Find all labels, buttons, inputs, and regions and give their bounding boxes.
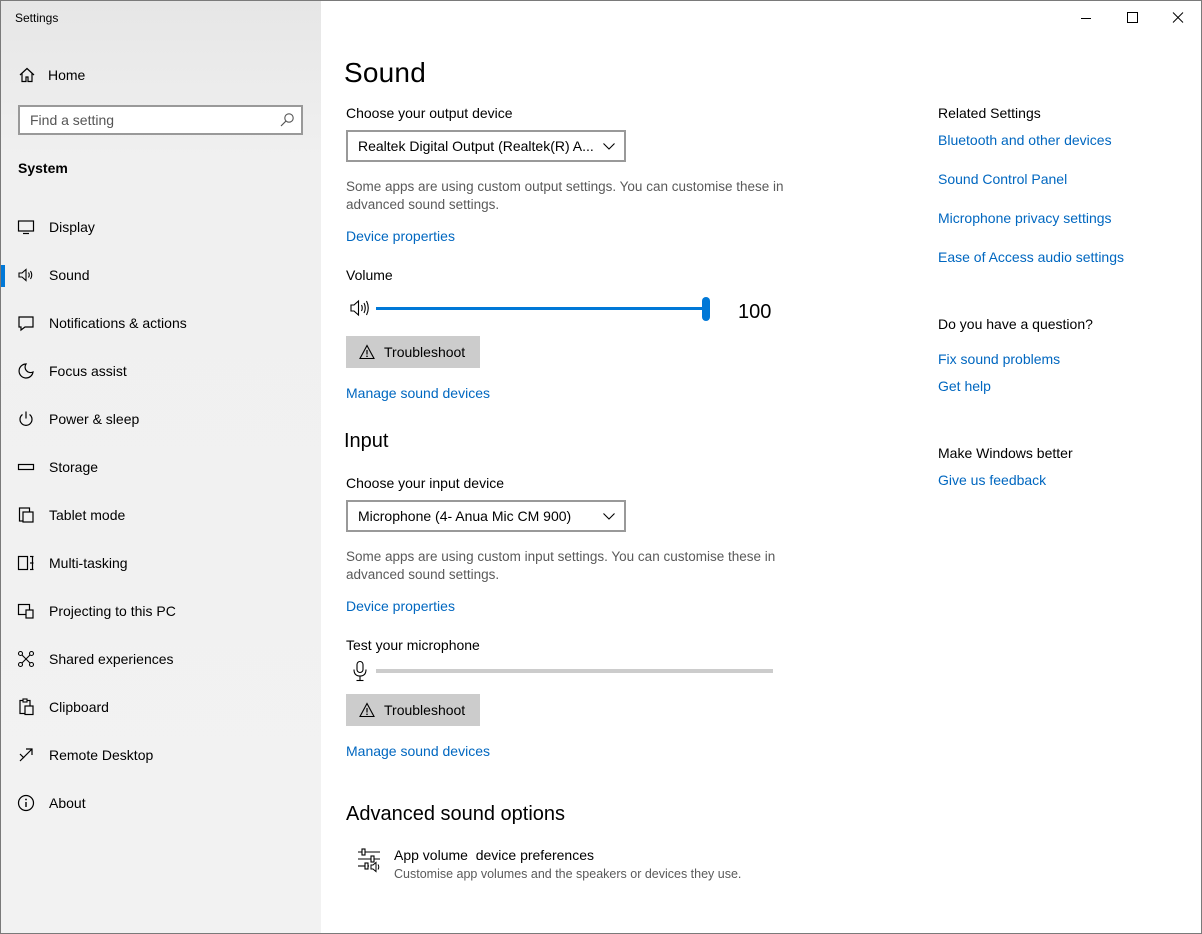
clipboard-icon xyxy=(19,698,34,716)
tablet-icon xyxy=(18,507,34,523)
sidebar-item-tablet-mode[interactable]: Tablet mode xyxy=(1,495,321,535)
app-volume-sliders-icon xyxy=(358,848,380,873)
volume-slider-thumb[interactable] xyxy=(702,297,710,321)
notifications-icon xyxy=(18,316,34,332)
make-windows-better-title: Make Windows better xyxy=(938,445,1073,461)
sidebar-item-label: Focus assist xyxy=(49,363,127,379)
sidebar-item-label: Power & sleep xyxy=(49,411,140,427)
search-icon[interactable] xyxy=(279,112,295,128)
app-volume-item[interactable]: App volume device preferences Customise … xyxy=(356,844,816,888)
sidebar-item-label: Multi-tasking xyxy=(49,555,128,571)
sidebar-item-notifications[interactable]: Notifications & actions xyxy=(1,303,321,343)
sound-control-panel-link[interactable]: Sound Control Panel xyxy=(938,171,1067,187)
sidebar-item-label: Display xyxy=(49,219,95,235)
output-choose-label: Choose your output device xyxy=(346,105,513,121)
sidebar-item-label: Sound xyxy=(49,267,90,283)
volume-label: Volume xyxy=(346,267,393,283)
input-device-dropdown[interactable]: Microphone (4- Anua Mic CM 900) xyxy=(346,500,626,532)
sidebar-item-display[interactable]: Display xyxy=(1,207,321,247)
sidebar-item-storage[interactable]: Storage xyxy=(1,447,321,487)
test-microphone-label: Test your microphone xyxy=(346,637,480,653)
app-volume-title: App volume device preferences xyxy=(394,847,594,863)
fix-sound-problems-link[interactable]: Fix sound problems xyxy=(938,351,1060,367)
sidebar-item-label: Projecting to this PC xyxy=(49,603,176,619)
search-input[interactable] xyxy=(30,112,270,128)
sidebar-item-power-sleep[interactable]: Power & sleep xyxy=(1,399,321,439)
input-choose-label: Choose your input device xyxy=(346,475,504,491)
output-manage-devices-link[interactable]: Manage sound devices xyxy=(346,385,490,401)
sidebar-item-about[interactable]: About xyxy=(1,783,321,823)
question-title: Do you have a question? xyxy=(938,316,1093,332)
nav-home[interactable]: Home xyxy=(1,57,321,93)
volume-slider-fill xyxy=(376,307,706,310)
nav-home-label: Home xyxy=(48,67,86,83)
input-description: Some apps are using custom input setting… xyxy=(346,549,776,582)
volume-slider[interactable] xyxy=(376,297,710,321)
microphone-level-meter xyxy=(376,669,773,673)
output-device-properties-link[interactable]: Device properties xyxy=(346,228,455,244)
output-device-dropdown[interactable]: Realtek Digital Output (Realtek(R) A... xyxy=(346,130,626,162)
projecting-icon xyxy=(17,603,34,619)
home-icon xyxy=(19,67,35,83)
chevron-down-icon xyxy=(603,513,615,520)
section-label-system: System xyxy=(18,160,68,176)
speaker-icon xyxy=(18,268,33,282)
sidebar-item-label: Notifications & actions xyxy=(49,315,187,331)
sidebar-item-multitasking[interactable]: Multi-tasking xyxy=(1,543,321,583)
moon-icon xyxy=(18,363,34,379)
related-settings-panel: Related Settings Bluetooth and other dev… xyxy=(937,1,1197,933)
shared-icon xyxy=(17,650,35,668)
sidebar-item-label: Remote Desktop xyxy=(49,747,154,763)
output-device-value: Realtek Digital Output (Realtek(R) A... xyxy=(358,138,593,154)
sidebar-item-sound[interactable]: Sound xyxy=(1,255,321,295)
multitasking-icon xyxy=(17,555,34,571)
sidebar-item-label: Tablet mode xyxy=(49,507,126,523)
app-title: Settings xyxy=(15,11,59,25)
input-troubleshoot-label: Troubleshoot xyxy=(384,702,466,718)
output-description: Some apps are using custom output settin… xyxy=(346,179,784,212)
warning-icon xyxy=(359,702,375,718)
display-icon xyxy=(17,220,35,235)
volume-speaker-icon[interactable] xyxy=(349,298,373,318)
sidebar-item-label: Storage xyxy=(49,459,99,475)
sidebar-item-label: Clipboard xyxy=(49,699,109,715)
page-title: Sound xyxy=(344,57,426,88)
microphone-icon xyxy=(353,660,367,682)
output-troubleshoot-label: Troubleshoot xyxy=(384,344,466,360)
get-help-link[interactable]: Get help xyxy=(938,378,991,394)
sidebar-item-remote-desktop[interactable]: Remote Desktop xyxy=(1,735,321,775)
output-troubleshoot-button[interactable]: Troubleshoot xyxy=(346,336,480,368)
give-feedback-link[interactable]: Give us feedback xyxy=(938,472,1046,488)
app-volume-description: Customise app volumes and the speakers o… xyxy=(394,867,742,881)
main-content: Sound Choose your output device Realtek … xyxy=(321,1,921,933)
input-heading: Input xyxy=(344,430,389,452)
storage-icon xyxy=(17,463,35,471)
input-device-properties-link[interactable]: Device properties xyxy=(346,598,455,614)
sidebar-item-label: Shared experiences xyxy=(49,651,174,667)
volume-value: 100 xyxy=(738,301,772,323)
advanced-heading: Advanced sound options xyxy=(346,803,566,825)
bluetooth-devices-link[interactable]: Bluetooth and other devices xyxy=(938,132,1112,148)
sidebar-item-focus-assist[interactable]: Focus assist xyxy=(1,351,321,391)
sidebar-item-projecting[interactable]: Projecting to this PC xyxy=(1,591,321,631)
settings-window: Settings Home System Display xyxy=(0,0,1202,934)
ease-of-access-audio-link[interactable]: Ease of Access audio settings xyxy=(938,249,1124,265)
sidebar-item-clipboard[interactable]: Clipboard xyxy=(1,687,321,727)
search-box[interactable] xyxy=(18,105,303,135)
power-icon xyxy=(19,411,33,426)
chevron-down-icon xyxy=(603,143,615,150)
microphone-privacy-link[interactable]: Microphone privacy settings xyxy=(938,210,1112,226)
warning-icon xyxy=(359,344,375,360)
active-indicator xyxy=(1,265,5,287)
input-troubleshoot-button[interactable]: Troubleshoot xyxy=(346,694,480,726)
sidebar: Settings Home System Display xyxy=(1,1,321,933)
remote-desktop-icon xyxy=(19,748,33,762)
related-settings-title: Related Settings xyxy=(938,105,1041,121)
info-icon xyxy=(17,794,35,812)
input-device-value: Microphone (4- Anua Mic CM 900) xyxy=(358,508,572,524)
input-manage-devices-link[interactable]: Manage sound devices xyxy=(346,743,490,759)
sidebar-item-label: About xyxy=(49,795,86,811)
sidebar-item-shared-experiences[interactable]: Shared experiences xyxy=(1,639,321,679)
